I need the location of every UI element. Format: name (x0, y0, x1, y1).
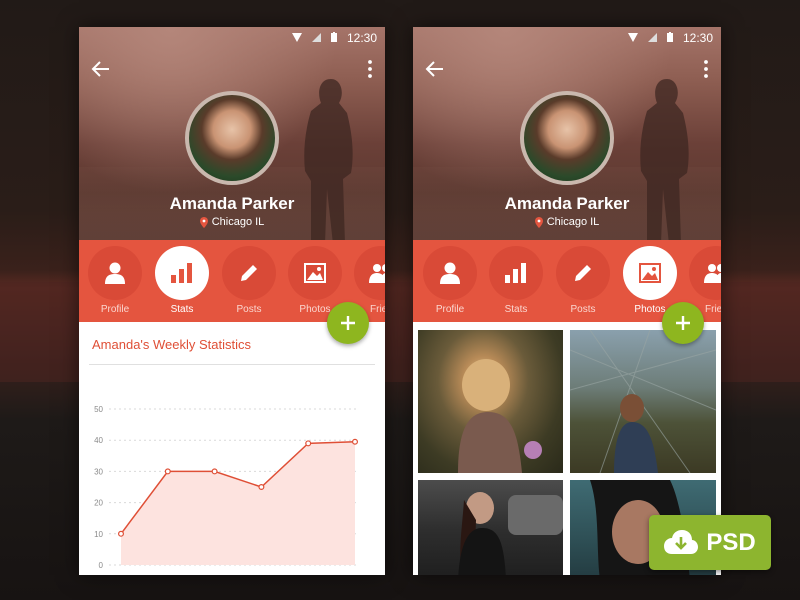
profile-cover: 12:30 Amanda Parker Chicago IL (413, 27, 721, 244)
pencil-icon (575, 265, 591, 281)
photo-subject (458, 492, 563, 575)
more-vert-icon[interactable] (367, 59, 373, 79)
person-icon (440, 262, 460, 284)
more-vert-icon[interactable] (703, 59, 709, 79)
data-point (117, 530, 124, 537)
add-fab-button[interactable] (662, 302, 704, 344)
tab-label: Stats (170, 304, 194, 315)
data-point (164, 468, 171, 475)
psd-download-badge[interactable]: PSD (649, 515, 771, 570)
y-tick-label: 0 (99, 561, 104, 570)
battery-icon (331, 32, 337, 42)
y-tick-label: 40 (94, 436, 103, 445)
data-point (211, 468, 218, 475)
tab-photos[interactable]: Photos (288, 246, 342, 315)
status-time: 12:30 (346, 31, 377, 45)
data-point (258, 483, 265, 490)
image-icon (639, 263, 661, 283)
profile-location: Chicago IL (413, 216, 721, 228)
photo-woman-cars[interactable] (418, 480, 563, 575)
profile-cover: 12:30 Amanda Parker Chicago IL (79, 27, 385, 244)
friends-icon (704, 264, 721, 283)
location-pin-icon (199, 216, 208, 228)
status-bar: 12:30 (413, 27, 721, 49)
bar-chart-icon (171, 263, 192, 283)
phone-photos-screen: 12:30 Amanda Parker Chicago IL Profile S… (413, 27, 721, 575)
profile-name: Amanda Parker (169, 194, 295, 213)
tab-label: Profile (100, 304, 130, 315)
y-tick-label: 30 (94, 467, 103, 476)
cloud-download-icon (664, 529, 699, 554)
bar-chart-icon (505, 263, 526, 283)
signal-icon (312, 32, 321, 42)
location-text: Chicago IL (546, 216, 600, 228)
add-fab-button[interactable] (327, 302, 369, 344)
plus-icon (676, 316, 690, 330)
photo-subject (458, 359, 542, 473)
wifi-icon (628, 32, 638, 42)
stats-content: Amanda's Weekly Statistics 01020304050Th… (79, 322, 385, 575)
y-tick-label: 20 (94, 499, 103, 508)
weekly-stats-chart: 01020304050This Week (94, 405, 359, 570)
phone-stats-screen: 12:30 Amanda Parker Chicago IL Profile S… (79, 27, 385, 575)
photo-girl-fence[interactable] (570, 330, 716, 473)
location-text: Chicago IL (211, 216, 265, 228)
data-point (352, 438, 359, 445)
psd-label: PSD (706, 528, 756, 556)
plus-icon (341, 316, 355, 330)
tab-photos[interactable]: Photos (623, 246, 677, 315)
back-arrow-icon[interactable] (425, 59, 445, 79)
signal-icon (648, 32, 657, 42)
series-area (121, 441, 355, 565)
tab-label: Stats (504, 304, 528, 315)
y-tick-label: 50 (94, 405, 103, 414)
tab-posts[interactable]: Posts (556, 246, 610, 315)
stats-title: Amanda's Weekly Statistics (92, 337, 252, 352)
tab-profile[interactable]: Profile (88, 246, 142, 315)
tab-label: Profile (435, 304, 465, 315)
status-time: 12:30 (682, 31, 713, 45)
y-tick-label: 10 (94, 530, 103, 539)
image-icon (304, 263, 326, 283)
back-arrow-icon[interactable] (91, 59, 111, 79)
location-pin-icon (534, 216, 543, 228)
pencil-icon (241, 265, 257, 281)
battery-icon (667, 32, 673, 42)
avatar (185, 91, 279, 185)
friends-icon (369, 264, 385, 283)
tab-posts[interactable]: Posts (222, 246, 276, 315)
photo-girl-flowers[interactable] (418, 330, 563, 473)
photo-subject (570, 330, 716, 473)
wifi-icon (292, 32, 302, 42)
profile-name: Amanda Parker (504, 194, 630, 213)
data-point (305, 440, 312, 447)
avatar (520, 91, 614, 185)
profile-location: Chicago IL (79, 216, 385, 228)
person-icon (105, 262, 125, 284)
tab-label: Posts (236, 304, 262, 315)
status-bar: 12:30 (79, 27, 385, 49)
tab-profile[interactable]: Profile (423, 246, 477, 315)
tab-label: Posts (570, 304, 596, 315)
divider (89, 364, 375, 365)
tab-stats[interactable]: Stats (489, 246, 543, 315)
tab-stats[interactable]: Stats (155, 246, 209, 315)
